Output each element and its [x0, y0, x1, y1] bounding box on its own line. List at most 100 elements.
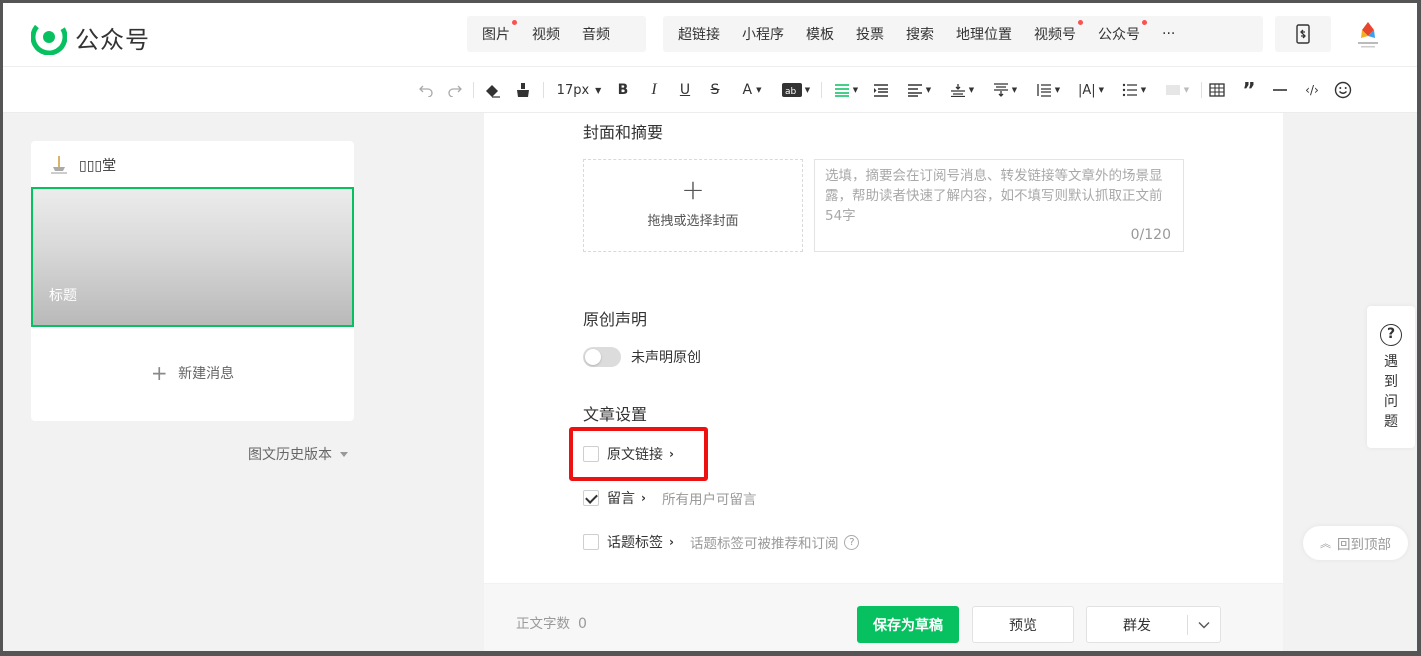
- account-row: ▯▯▯堂: [49, 155, 116, 175]
- word-count-value: 0: [578, 616, 587, 632]
- insert-tool-4[interactable]: 搜索: [895, 24, 945, 44]
- insert-tool-5[interactable]: 地理位置: [945, 24, 1023, 44]
- letter-spacing-icon[interactable]: |A| ▼: [1075, 79, 1107, 101]
- back-to-top-button[interactable]: ︽ 回到顶部: [1303, 526, 1408, 560]
- background-color-icon[interactable]: ab ▼: [779, 79, 813, 101]
- paragraph-spacing-before-icon[interactable]: ▼: [946, 79, 978, 101]
- notification-dot: [512, 20, 517, 25]
- logo[interactable]: 公众号: [31, 19, 150, 55]
- cover-section-title: 封面和摘要: [583, 123, 664, 142]
- underline-icon[interactable]: U: [677, 79, 693, 101]
- chevron-up-double-icon: ︽: [1320, 537, 1331, 550]
- media-tool-1[interactable]: 视频: [521, 24, 571, 44]
- new-message-button[interactable]: + 新建消息: [31, 361, 354, 385]
- insert-tool-label: 超链接: [678, 27, 720, 43]
- topic-tags-checkbox[interactable]: [583, 534, 599, 550]
- question-icon: ?: [1380, 324, 1402, 346]
- topic-tags-label: 话题标签: [607, 535, 663, 551]
- account-avatar[interactable]: [1355, 20, 1381, 50]
- divider-line-icon[interactable]: [1271, 79, 1289, 101]
- wechat-official-logo-icon: [31, 19, 67, 55]
- first-line-indent-icon[interactable]: ▼: [903, 79, 935, 101]
- toolbar-divider: [543, 82, 544, 98]
- media-tool-label: 音频: [582, 27, 610, 43]
- format-painter-icon[interactable]: [513, 79, 533, 101]
- unordered-list-icon[interactable]: ▼: [1118, 79, 1150, 101]
- undo-icon[interactable]: [417, 79, 435, 101]
- send-button-group: 群发: [1086, 606, 1221, 643]
- original-declaration-row: 未声明原创: [583, 347, 701, 367]
- cover-upload-label: 拖拽或选择封面: [647, 214, 739, 229]
- media-tool-2[interactable]: 音频: [571, 24, 621, 44]
- insert-tool-1[interactable]: 小程序: [731, 24, 795, 44]
- summary-textarea[interactable]: 选填，摘要会在订阅号消息、转发链接等文章外的场景显露，帮助读者快速了解内容，如不…: [814, 159, 1184, 252]
- quote-icon[interactable]: ”: [1240, 78, 1258, 102]
- font-color-icon[interactable]: A ▼: [737, 79, 767, 101]
- paragraph-spacing-after-icon[interactable]: ▼: [989, 79, 1021, 101]
- summary-counter: 0/120: [1130, 227, 1171, 243]
- toggle-knob: [585, 349, 601, 365]
- source-link-checkbox[interactable]: [583, 446, 599, 462]
- phone-sync-icon: [1296, 24, 1310, 44]
- insert-tool-3[interactable]: 投票: [845, 24, 895, 44]
- insert-tool-7[interactable]: 公众号: [1087, 20, 1151, 44]
- editor-panel: 封面和摘要 + 拖拽或选择封面 选填，摘要会在订阅号消息、转发链接等文章外的场景…: [484, 113, 1283, 583]
- insert-tool-label: 投票: [856, 27, 884, 43]
- insert-tool-label: 地理位置: [956, 27, 1012, 43]
- history-versions-dropdown[interactable]: 图文历史版本: [248, 444, 348, 464]
- article-title-placeholder: 标题: [49, 288, 77, 304]
- strikethrough-icon[interactable]: S: [707, 79, 723, 101]
- emoji-icon[interactable]: [1333, 79, 1353, 101]
- font-size-value: 17px: [556, 82, 590, 98]
- align-left-icon[interactable]: ▼: [831, 79, 861, 101]
- insert-tool-0[interactable]: 超链接: [667, 24, 731, 44]
- top-header: 公众号 图片 视频 音频 超链接 小程序 模板 投票 搜索 地理位置 视频号 公众号 ···: [3, 3, 1417, 67]
- media-tool-0[interactable]: 图片: [471, 20, 521, 44]
- indent-icon[interactable]: [872, 79, 890, 101]
- help-icon[interactable]: ?: [844, 534, 860, 550]
- original-toggle[interactable]: [583, 347, 621, 367]
- editor-footer: 正文字数 0 保存为草稿 预览 群发: [484, 584, 1283, 651]
- insert-tool-2[interactable]: 模板: [795, 24, 845, 44]
- summary-placeholder: 选填，摘要会在订阅号消息、转发链接等文章外的场景显露，帮助读者快速了解内容，如不…: [825, 168, 1163, 224]
- settings-section-title: 文章设置: [583, 405, 648, 424]
- preview-button[interactable]: 预览: [972, 606, 1074, 643]
- send-button[interactable]: 群发: [1087, 615, 1187, 635]
- help-float-button[interactable]: ? 遇到问题: [1367, 306, 1415, 448]
- insert-tool-6[interactable]: 视频号: [1023, 20, 1087, 44]
- original-toggle-label: 未声明原创: [631, 350, 701, 366]
- comments-setting[interactable]: 留言 › 所有用户可留言: [583, 488, 756, 508]
- source-link-label: 原文链接: [607, 447, 663, 463]
- insert-tool-8[interactable]: ···: [1151, 26, 1186, 42]
- history-versions-label: 图文历史版本: [248, 447, 332, 463]
- format-eraser-icon[interactable]: [481, 79, 503, 101]
- insert-tool-label: 公众号: [1098, 27, 1140, 43]
- line-height-icon[interactable]: ▼: [1032, 79, 1064, 101]
- comments-checkbox[interactable]: [583, 490, 599, 506]
- save-draft-button[interactable]: 保存为草稿: [857, 606, 959, 643]
- chevron-down-icon: [1198, 621, 1210, 628]
- code-icon[interactable]: ‹/›: [1301, 79, 1323, 101]
- phone-preview-button[interactable]: [1275, 16, 1331, 52]
- font-size-select[interactable]: 17px ▼: [553, 79, 605, 101]
- word-count-label: 正文字数: [516, 616, 570, 632]
- source-link-setting[interactable]: 原文链接 ›: [583, 444, 674, 464]
- send-options-dropdown[interactable]: [1188, 621, 1220, 629]
- app-window: 公众号 图片 视频 音频 超链接 小程序 模板 投票 搜索 地理位置 视频号 公众号 ···: [3, 3, 1417, 651]
- insert-tool-label: 小程序: [742, 27, 784, 43]
- italic-icon[interactable]: I: [646, 79, 662, 101]
- insert-tool-group: 超链接 小程序 模板 投票 搜索 地理位置 视频号 公众号 ···: [663, 16, 1263, 52]
- border-style-icon[interactable]: ▼: [1161, 79, 1193, 101]
- topic-tags-description: 话题标签可被推荐和订阅: [689, 536, 839, 552]
- caret-down-icon: [340, 451, 348, 457]
- toolbar-divider: [473, 82, 474, 98]
- redo-icon[interactable]: [446, 79, 464, 101]
- logo-text: 公众号: [75, 25, 150, 54]
- article-cover-card[interactable]: 标题: [31, 187, 354, 327]
- topic-tags-setting[interactable]: 话题标签 › 话题标签可被推荐和订阅 ?: [583, 532, 860, 552]
- table-icon[interactable]: [1208, 79, 1226, 101]
- bold-icon[interactable]: B: [615, 79, 631, 101]
- original-section-title: 原创声明: [583, 310, 648, 329]
- toolbar-divider: [821, 82, 822, 98]
- cover-upload-area[interactable]: + 拖拽或选择封面: [583, 159, 803, 252]
